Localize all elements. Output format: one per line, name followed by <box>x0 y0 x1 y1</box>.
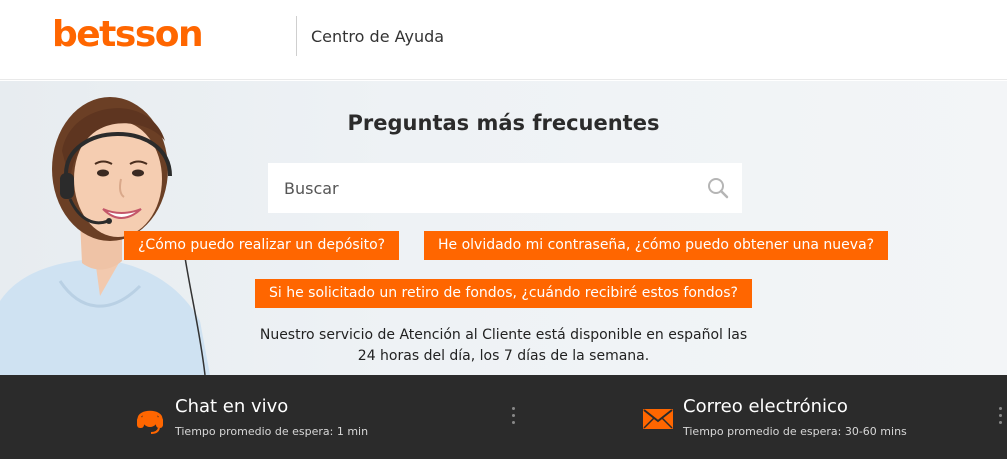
envelope-icon <box>643 409 673 429</box>
betsson-logo[interactable]: betsson <box>52 14 204 55</box>
faq-password-button[interactable]: He olvidado mi contraseña, ¿cómo puedo o… <box>424 231 889 260</box>
help-center-link[interactable]: Centro de Ayuda <box>311 27 444 46</box>
availability-line-1: Nuestro servicio de Atención al Cliente … <box>259 327 748 343</box>
email-title: Correo electrónico <box>683 396 848 417</box>
faq-title: Preguntas más frecuentes <box>347 111 660 135</box>
faq-withdrawal-button[interactable]: Si he solicitado un retiro de fondos, ¿c… <box>255 279 752 308</box>
top-header: betsson Centro de Ayuda <box>0 0 1007 80</box>
search-input[interactable] <box>268 163 698 213</box>
live-chat-wait-time: Tiempo promedio de espera: 1 min <box>175 425 369 438</box>
email-option[interactable]: Correo electrónico Tiempo promedio de es… <box>642 375 1007 459</box>
header-divider <box>296 16 297 56</box>
email-wait-time: Tiempo promedio de espera: 30-60 mins <box>683 425 907 438</box>
live-chat-option[interactable]: Chat en vivo Tiempo promedio de espera: … <box>134 375 524 459</box>
email-more-icon[interactable] <box>999 407 1003 427</box>
search-box <box>268 163 742 213</box>
headset-icon <box>137 410 163 434</box>
live-chat-title: Chat en vivo <box>175 396 289 417</box>
chat-more-icon[interactable] <box>512 407 516 427</box>
hero-section: Preguntas más frecuentes ¿Cómo puedo rea… <box>0 81 1007 375</box>
availability-text: Nuestro servicio de Atención al Cliente … <box>0 325 1007 367</box>
faq-deposit-button[interactable]: ¿Cómo puedo realizar un depósito? <box>124 231 400 260</box>
availability-line-2: 24 horas del día, los 7 días de la seman… <box>357 348 650 364</box>
search-icon[interactable] <box>706 176 730 200</box>
contact-footer: Chat en vivo Tiempo promedio de espera: … <box>0 375 1007 459</box>
